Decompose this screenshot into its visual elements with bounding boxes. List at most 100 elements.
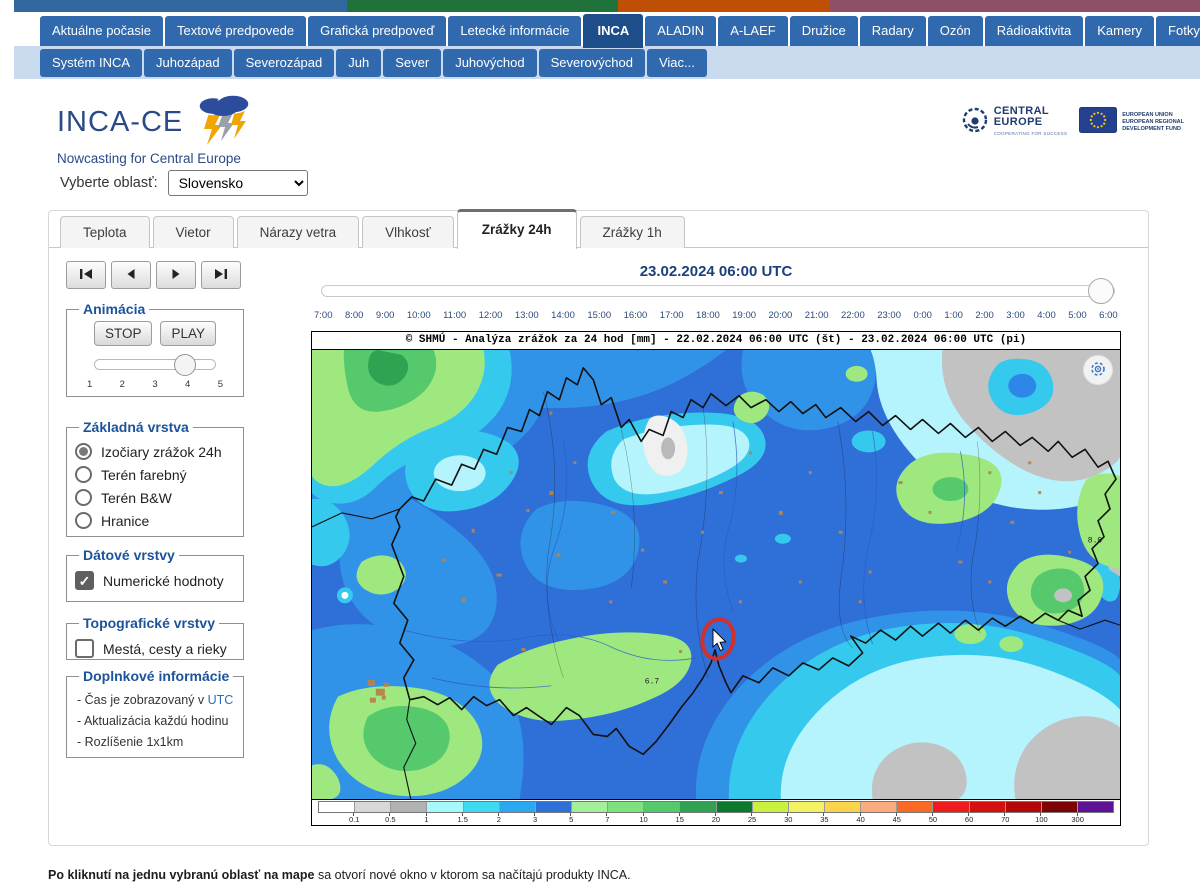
info-line-text: - Čas je zobrazovaný v	[77, 693, 208, 707]
primary-nav-tab[interactable]: Letecké informácie	[448, 16, 581, 46]
product-tab[interactable]: Vlhkosť	[362, 216, 454, 248]
scale-boundary: 5	[535, 813, 571, 824]
secondary-nav-tab[interactable]: Juh	[336, 49, 381, 77]
primary-nav-tab[interactable]: Fotky	[1156, 16, 1200, 46]
play-button[interactable]: PLAY	[160, 321, 216, 346]
timeline-tick: 11:00	[443, 310, 466, 321]
radio-icon[interactable]	[75, 466, 92, 483]
base-layer-option[interactable]: Terén farebný	[75, 466, 237, 483]
secondary-nav-tab[interactable]: Viac...	[647, 49, 707, 77]
stop-button[interactable]: STOP	[94, 321, 153, 346]
color-scale-segment	[825, 802, 861, 812]
color-scale-segment	[861, 802, 897, 812]
next-frame-button[interactable]	[156, 261, 196, 289]
color-scale-segment	[536, 802, 572, 812]
animation-legend: Animácia	[79, 301, 149, 317]
previous-frame-button[interactable]	[111, 261, 151, 289]
product-tab[interactable]: Vietor	[153, 216, 234, 248]
radio-icon[interactable]	[75, 443, 92, 460]
timeline-tick: 14:00	[551, 310, 575, 321]
base-layer-option[interactable]: Terén B&W	[75, 489, 237, 506]
timeline-tick: 3:00	[1006, 310, 1025, 321]
timeline-tick: 10:00	[407, 310, 431, 321]
animation-speed-handle[interactable]	[174, 354, 196, 376]
info-line: - Čas je zobrazovaný v UTC	[77, 693, 237, 707]
topo-layer-option-label: Mestá, cesty a rieky	[103, 641, 227, 657]
color-scale-bar	[318, 801, 1114, 813]
color-scale-segment	[572, 802, 608, 812]
scale-boundary: 2	[463, 813, 499, 824]
speed-tick: 1	[87, 379, 92, 390]
topo-layers-fieldset: Topografické vrstvy Mestá, cesty a rieky	[66, 615, 244, 660]
top-banner-strip	[0, 0, 1200, 12]
color-scale-segment	[970, 802, 1006, 812]
inca-ce-logo: INCA-CE Nowcasting for Central Europe	[57, 95, 253, 166]
product-tab[interactable]: Nárazy vetra	[237, 216, 360, 248]
timeline-tick: 16:00	[624, 310, 648, 321]
primary-nav-tab[interactable]: Rádioaktivita	[985, 16, 1083, 46]
secondary-nav-tab[interactable]: Severozápad	[234, 49, 335, 77]
banner-segment	[0, 0, 14, 12]
primary-nav-tab[interactable]: Grafická predpoveď	[308, 16, 446, 46]
banner-segment	[618, 0, 830, 12]
last-frame-button[interactable]	[201, 261, 241, 289]
secondary-nav-tab[interactable]: Juhovýchod	[443, 49, 536, 77]
storm-cloud-lightning-icon	[191, 95, 253, 150]
primary-nav-tab[interactable]: Ozón	[928, 16, 983, 46]
primary-nav-tab[interactable]: Kamery	[1085, 16, 1154, 46]
scale-boundary: 0.1	[318, 813, 354, 824]
timeline-handle[interactable]	[1088, 278, 1114, 304]
primary-nav-tab[interactable]: Družice	[790, 16, 858, 46]
secondary-nav-tab[interactable]: Juhozápad	[144, 49, 232, 77]
scale-boundary: 60	[933, 813, 969, 824]
secondary-nav-tab[interactable]: Severovýchod	[539, 49, 645, 77]
checkbox-icon[interactable]	[75, 639, 94, 658]
checkbox-icon[interactable]	[75, 571, 94, 590]
first-frame-button[interactable]	[66, 261, 106, 289]
primary-nav-tab[interactable]: INCA	[583, 14, 643, 48]
scale-boundary: 1.5	[427, 813, 463, 824]
product-tab[interactable]: Teplota	[60, 216, 150, 248]
partner-logos: CENTRAL EUROPE COOPERATING FOR SUCCESS	[961, 106, 1184, 139]
base-layer-option[interactable]: Hranice	[75, 512, 237, 529]
region-select[interactable]: Slovensko	[168, 170, 308, 196]
timeline-tick: 21:00	[805, 310, 829, 321]
product-tabs: TeplotaVietorNárazy vetraVlhkosťZrážky 2…	[49, 210, 1148, 248]
primary-nav-tab[interactable]: A-LAEF	[718, 16, 788, 46]
primary-nav-tab[interactable]: Textové predpovede	[165, 16, 306, 46]
primary-nav-tab[interactable]: Radary	[860, 16, 926, 46]
data-layer-option[interactable]: Numerické hodnoty	[75, 571, 237, 590]
secondary-nav-tab[interactable]: Sever	[383, 49, 441, 77]
product-tab[interactable]: Zrážky 1h	[580, 216, 685, 248]
base-layer-option[interactable]: Izočiary zrážok 24h	[75, 443, 237, 460]
info-line-text: - Aktualizácia každú hodinu	[77, 714, 228, 728]
color-scale-segment	[1078, 802, 1113, 812]
animation-speed-slider[interactable]	[94, 359, 216, 370]
data-layers-legend: Dátové vrstvy	[79, 547, 179, 563]
scale-boundary: 0.5	[354, 813, 390, 824]
radio-icon[interactable]	[75, 512, 92, 529]
primary-nav-tab[interactable]: Aktuálne počasie	[40, 16, 163, 46]
base-layer-option-label: Hranice	[101, 513, 149, 529]
info-line-text: - Rozlíšenie 1x1km	[77, 735, 183, 749]
focus-viewport-button[interactable]	[1083, 355, 1113, 385]
frame-step-controls	[66, 261, 241, 289]
color-scale-segment	[355, 802, 391, 812]
product-tab[interactable]: Zrážky 24h	[457, 209, 577, 249]
timeline-tick: 7:00	[314, 310, 333, 321]
topo-layer-option[interactable]: Mestá, cesty a rieky	[75, 639, 237, 658]
secondary-nav: Systém INCAJuhozápadSeverozápadJuhSeverJ…	[14, 46, 1200, 79]
speed-tick: 5	[218, 379, 223, 390]
first-frame-icon	[79, 268, 93, 283]
utc-link[interactable]: UTC	[208, 693, 234, 707]
secondary-nav-tab[interactable]: Systém INCA	[40, 49, 142, 77]
timeline-slider[interactable]	[321, 285, 1115, 297]
scale-boundary: 50	[897, 813, 933, 824]
color-scale-segment	[319, 802, 355, 812]
color-scale-segment	[427, 802, 463, 812]
map-canvas[interactable]: 6.78.0	[312, 350, 1120, 799]
scale-boundary: 30	[752, 813, 788, 824]
radio-icon[interactable]	[75, 489, 92, 506]
primary-nav-tab[interactable]: ALADIN	[645, 16, 716, 46]
precipitation-layers	[312, 350, 1120, 799]
